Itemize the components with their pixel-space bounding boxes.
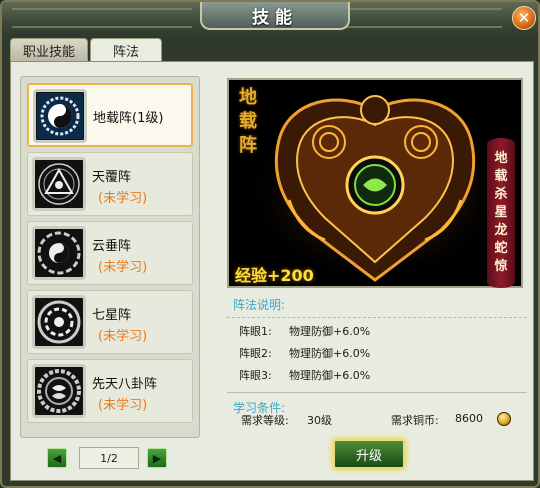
formation-status: (未学习): [98, 329, 148, 344]
skill-window: 技能 ✕ 职业技能 阵法 地载阵(1级) 天覆阵 (未学习) 云垂阵 (未学习)…: [0, 0, 540, 488]
title-ornament-left: [12, 8, 192, 28]
eye-value: 物理防御+6.0%: [289, 369, 371, 382]
banner-char: 载: [494, 169, 508, 184]
formation-preview: 地 载 阵 地 载 杀 星 龙 蛇 惊 经验+200: [227, 78, 523, 288]
formation-status: (未学习): [98, 398, 148, 413]
level-label: 需求等级:: [241, 414, 289, 427]
description-title: 阵法说明:: [227, 294, 527, 318]
eye-row: 阵眼2: 物理防御+6.0%: [227, 340, 527, 362]
formation-item[interactable]: 地载阵(1级): [27, 83, 193, 147]
copper-coin-icon: [497, 412, 511, 426]
banner-char: 龙: [494, 223, 508, 238]
formation-icon-tianfu: [32, 157, 86, 211]
banner-char: 地: [494, 151, 508, 166]
formation-name: 天覆阵: [92, 170, 132, 185]
formation-list: 地载阵(1级) 天覆阵 (未学习) 云垂阵 (未学习) 七星阵 (未学习) 先天…: [20, 76, 200, 438]
formation-icon-yunchui: [32, 226, 86, 280]
eye-value: 物理防御+6.0%: [289, 347, 371, 360]
eye-label: 阵眼3:: [239, 369, 272, 382]
eye-value: 物理防御+6.0%: [289, 325, 371, 338]
formation-item[interactable]: 云垂阵 (未学习): [27, 221, 193, 285]
next-page-button[interactable]: ▶: [147, 448, 167, 468]
close-button[interactable]: ✕: [512, 6, 536, 30]
formation-name: 七星阵: [92, 308, 132, 323]
eye-row: 阵眼3: 物理防御+6.0%: [227, 362, 527, 384]
level-value: 30级: [307, 414, 332, 427]
formation-item[interactable]: 天覆阵 (未学习): [27, 152, 193, 216]
tab-bar: 职业技能 阵法: [10, 38, 163, 62]
eye-label: 阵眼2:: [239, 347, 272, 360]
title-char: 载: [239, 111, 257, 132]
title-char: 阵: [239, 135, 257, 156]
formation-emblem: [245, 95, 505, 285]
upgrade-button[interactable]: 升级: [333, 439, 405, 469]
formation-title-vertical: 地 载 阵: [237, 86, 259, 158]
formation-icon-dizai: [33, 89, 87, 143]
window-title: 技能: [200, 2, 350, 30]
experience-bonus: 经验+200: [235, 266, 314, 285]
arrow-left-icon: ◀: [52, 451, 62, 465]
title-bar[interactable]: 技能 ✕: [2, 2, 538, 36]
formation-name: 先天八卦阵: [92, 377, 158, 392]
eye-label: 阵眼1:: [239, 325, 272, 338]
formation-item[interactable]: 先天八卦阵 (未学习): [27, 359, 193, 423]
formation-description: 阵法说明: 阵眼1: 物理防御+6.0% 阵眼2: 物理防御+6.0% 阵眼3:…: [227, 294, 527, 384]
title-char: 地: [239, 87, 257, 108]
copper-label: 需求铜币:: [391, 414, 439, 427]
arrow-right-icon: ▶: [152, 451, 162, 465]
eye-row: 阵眼1: 物理防御+6.0%: [227, 318, 527, 340]
banner-char: 星: [494, 205, 508, 220]
formation-status: (未学习): [98, 191, 148, 206]
formation-name: 云垂阵: [92, 239, 132, 254]
pager: ◀ 1/2 ▶: [47, 447, 167, 469]
copper-value: 8600: [455, 412, 483, 425]
formation-status: (未学习): [98, 260, 148, 275]
prev-page-button[interactable]: ◀: [47, 448, 67, 468]
tab-formations[interactable]: 阵法: [90, 38, 163, 62]
formation-icon-bagua: [32, 364, 86, 418]
formation-item[interactable]: 七星阵 (未学习): [27, 290, 193, 354]
banner-char: 杀: [494, 187, 508, 202]
formation-icon-qixing: [32, 295, 86, 349]
formation-banner: 地 载 杀 星 龙 蛇 惊: [487, 138, 515, 288]
page-indicator: 1/2: [79, 447, 139, 469]
content-panel: 地载阵(1级) 天覆阵 (未学习) 云垂阵 (未学习) 七星阵 (未学习) 先天…: [10, 61, 534, 481]
close-icon: ✕: [517, 9, 531, 27]
formation-name: 地载阵(1级): [93, 111, 164, 126]
tab-class-skills[interactable]: 职业技能: [10, 38, 89, 62]
banner-char: 惊: [494, 259, 508, 274]
banner-char: 蛇: [494, 241, 508, 256]
